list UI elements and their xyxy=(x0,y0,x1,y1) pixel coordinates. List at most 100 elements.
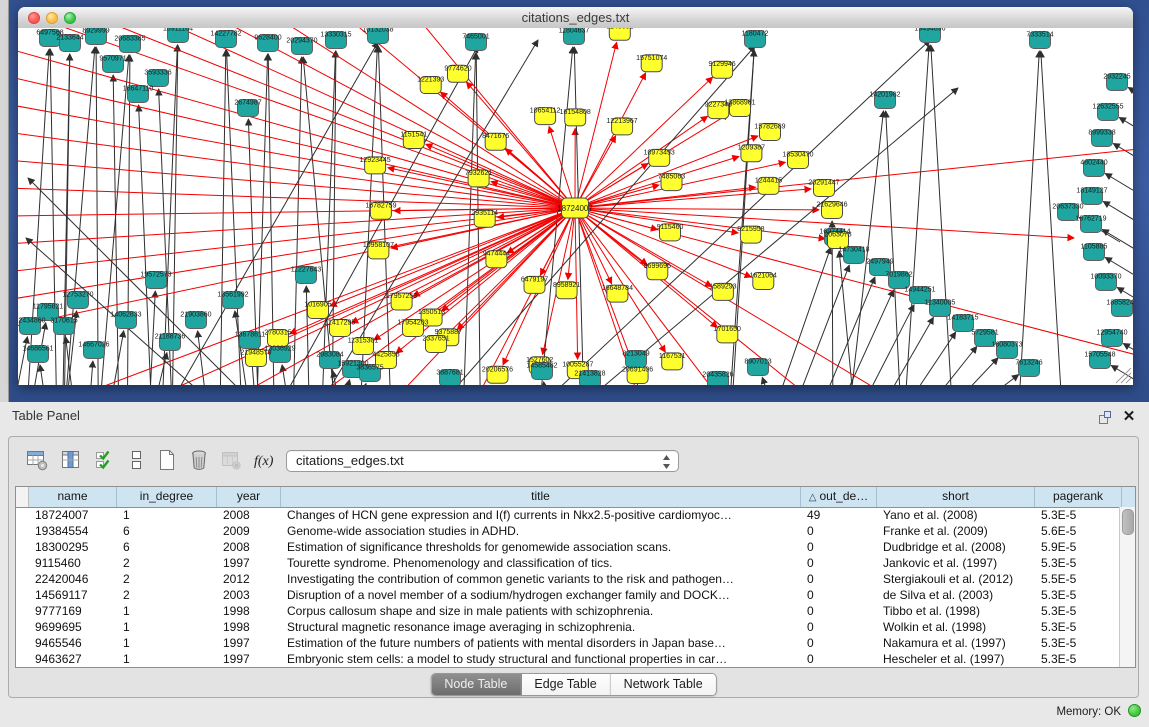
cell-short[interactable]: Yano et al. (2008) xyxy=(877,507,1035,523)
cell-short[interactable]: Dudbridge et al. (2008) xyxy=(877,539,1035,555)
cell-pagerank[interactable]: 5.3E-5 xyxy=(1035,603,1120,619)
delete-table-button[interactable] xyxy=(185,446,213,474)
cell-short[interactable]: Wolkin et al. (1998) xyxy=(877,619,1035,635)
cell-out_de[interactable]: 0 xyxy=(801,571,877,587)
cell-short[interactable]: de Silva et al. (2003) xyxy=(877,587,1035,603)
cell-in_degree[interactable]: 1 xyxy=(117,635,217,651)
cell-in_degree[interactable]: 6 xyxy=(117,523,217,539)
tab-edge-table[interactable]: Edge Table xyxy=(521,674,610,695)
table-settings-button[interactable] xyxy=(23,446,51,474)
column-header-name[interactable]: name xyxy=(29,487,117,507)
cell-short[interactable]: Nakamura et al. (1997) xyxy=(877,635,1035,651)
cell-name[interactable]: 18300295 xyxy=(29,539,117,555)
cell-name[interactable]: 22420046 xyxy=(29,571,117,587)
cell-name[interactable]: 18724007 xyxy=(29,507,117,523)
column-header-in_degree[interactable]: in_degree xyxy=(117,487,217,507)
cell-name[interactable]: 9777169 xyxy=(29,603,117,619)
cell-in_degree[interactable]: 1 xyxy=(117,651,217,667)
cell-in_degree[interactable]: 1 xyxy=(117,619,217,635)
cell-out_de[interactable]: 0 xyxy=(801,651,877,667)
cell-in_degree[interactable]: 2 xyxy=(117,555,217,571)
cell-name[interactable]: 9699695 xyxy=(29,619,117,635)
network-canvas[interactable]: 1615480812213967109734937485063911546096… xyxy=(18,28,1133,385)
cell-year[interactable]: 2008 xyxy=(217,507,281,523)
import-table-button[interactable] xyxy=(217,446,245,474)
tab-network-table[interactable]: Network Table xyxy=(611,674,716,695)
cell-pagerank[interactable]: 5.3E-5 xyxy=(1035,619,1120,635)
new-table-button[interactable] xyxy=(153,446,181,474)
column-header-pagerank[interactable]: pagerank xyxy=(1035,487,1122,507)
cell-short[interactable]: Hescheler et al. (1997) xyxy=(877,651,1035,667)
cell-out_de[interactable]: 0 xyxy=(801,539,877,555)
cell-out_de[interactable]: 0 xyxy=(801,635,877,651)
column-header-short[interactable]: short xyxy=(877,487,1035,507)
cell-in_degree[interactable]: 2 xyxy=(117,587,217,603)
cell-year[interactable]: 2008 xyxy=(217,539,281,555)
scrollbar-thumb[interactable] xyxy=(1122,509,1134,535)
network-window-titlebar[interactable]: citations_edges.txt xyxy=(18,7,1133,29)
table-row[interactable]: 1938455462009Genome-wide association stu… xyxy=(16,523,1120,539)
cell-short[interactable]: Stergiakouli et al. (2012) xyxy=(877,571,1035,587)
cell-year[interactable]: 1997 xyxy=(217,555,281,571)
cell-title[interactable]: Embryonic stem cells: a model to study s… xyxy=(281,651,801,667)
cell-out_de[interactable]: 0 xyxy=(801,523,877,539)
table-row[interactable]: 911546021997Tourette syndrome. Phenomeno… xyxy=(16,555,1120,571)
close-panel-button[interactable]: ✕ xyxy=(1121,409,1137,425)
float-panel-button[interactable] xyxy=(1097,409,1113,425)
show-columns-button[interactable] xyxy=(57,446,85,474)
select-rows-button[interactable] xyxy=(91,446,119,474)
cell-out_de[interactable]: 49 xyxy=(801,507,877,523)
cell-name[interactable]: 14569117 xyxy=(29,587,117,603)
cell-pagerank[interactable]: 5.9E-5 xyxy=(1035,539,1120,555)
column-header-title[interactable]: title xyxy=(281,487,801,507)
cell-title[interactable]: Genome-wide association studies in ADHD. xyxy=(281,523,801,539)
row-tools-button[interactable] xyxy=(122,446,150,474)
cell-out_de[interactable]: 0 xyxy=(801,619,877,635)
cell-title[interactable]: Corpus callosum shape and size in male p… xyxy=(281,603,801,619)
cell-out_de[interactable]: 0 xyxy=(801,603,877,619)
table-selector-dropdown[interactable]: citations_edges.txt xyxy=(286,450,679,472)
cell-in_degree[interactable]: 2 xyxy=(117,571,217,587)
cell-year[interactable]: 1997 xyxy=(217,635,281,651)
table-vertical-scrollbar[interactable] xyxy=(1119,507,1135,667)
cell-pagerank[interactable]: 5.5E-5 xyxy=(1035,571,1120,587)
cell-year[interactable]: 1998 xyxy=(217,603,281,619)
cell-pagerank[interactable]: 5.3E-5 xyxy=(1035,651,1120,667)
cell-in_degree[interactable]: 1 xyxy=(117,507,217,523)
table-row[interactable]: 1456911722003Disruption of a novel membe… xyxy=(16,587,1120,603)
cell-year[interactable]: 2003 xyxy=(217,587,281,603)
cell-year[interactable]: 1998 xyxy=(217,619,281,635)
cell-pagerank[interactable]: 5.3E-5 xyxy=(1035,587,1120,603)
table-row[interactable]: 946362711997Embryonic stem cells: a mode… xyxy=(16,651,1120,667)
tab-node-table[interactable]: Node Table xyxy=(431,674,521,695)
cell-out_de[interactable]: 0 xyxy=(801,555,877,571)
cell-title[interactable]: Disruption of a novel member of a sodium… xyxy=(281,587,801,603)
cell-title[interactable]: Changes of HCN gene expression and I(f) … xyxy=(281,507,801,523)
cell-name[interactable]: 9463627 xyxy=(29,651,117,667)
cell-short[interactable]: Tibbo et al. (1998) xyxy=(877,603,1035,619)
cell-name[interactable]: 9115460 xyxy=(29,555,117,571)
network-view[interactable]: 1615480812213967109734937485063911546096… xyxy=(18,28,1133,385)
table-row[interactable]: 1872400712008Changes of HCN gene express… xyxy=(16,507,1120,523)
cell-out_de[interactable]: 0 xyxy=(801,587,877,603)
table-row[interactable]: 969969511998Structural magnetic resonanc… xyxy=(16,619,1120,635)
cell-name[interactable]: 19384554 xyxy=(29,523,117,539)
cell-pagerank[interactable]: 5.3E-5 xyxy=(1035,507,1120,523)
cell-title[interactable]: Tourette syndrome. Phenomenology and cla… xyxy=(281,555,801,571)
cell-title[interactable]: Investigating the contribution of common… xyxy=(281,571,801,587)
cell-pagerank[interactable]: 5.3E-5 xyxy=(1035,555,1120,571)
cell-title[interactable]: Estimation of the future numbers of pati… xyxy=(281,635,801,651)
cell-pagerank[interactable]: 5.6E-5 xyxy=(1035,523,1120,539)
cell-in_degree[interactable]: 1 xyxy=(117,603,217,619)
cell-short[interactable]: Jankovic et al. (1997) xyxy=(877,555,1035,571)
table-row[interactable]: 977716911998Corpus callosum shape and si… xyxy=(16,603,1120,619)
cell-short[interactable]: Franke et al. (2009) xyxy=(877,523,1035,539)
table-row[interactable]: 2242004622012Investigating the contribut… xyxy=(16,571,1120,587)
cell-pagerank[interactable]: 5.3E-5 xyxy=(1035,635,1120,651)
column-header-out_de[interactable]: △out_de… xyxy=(801,487,877,507)
cell-title[interactable]: Structural magnetic resonance image aver… xyxy=(281,619,801,635)
cell-year[interactable]: 2009 xyxy=(217,523,281,539)
column-header-year[interactable]: year xyxy=(217,487,281,507)
table-row[interactable]: 946554611997Estimation of the future num… xyxy=(16,635,1120,651)
cell-in_degree[interactable]: 6 xyxy=(117,539,217,555)
